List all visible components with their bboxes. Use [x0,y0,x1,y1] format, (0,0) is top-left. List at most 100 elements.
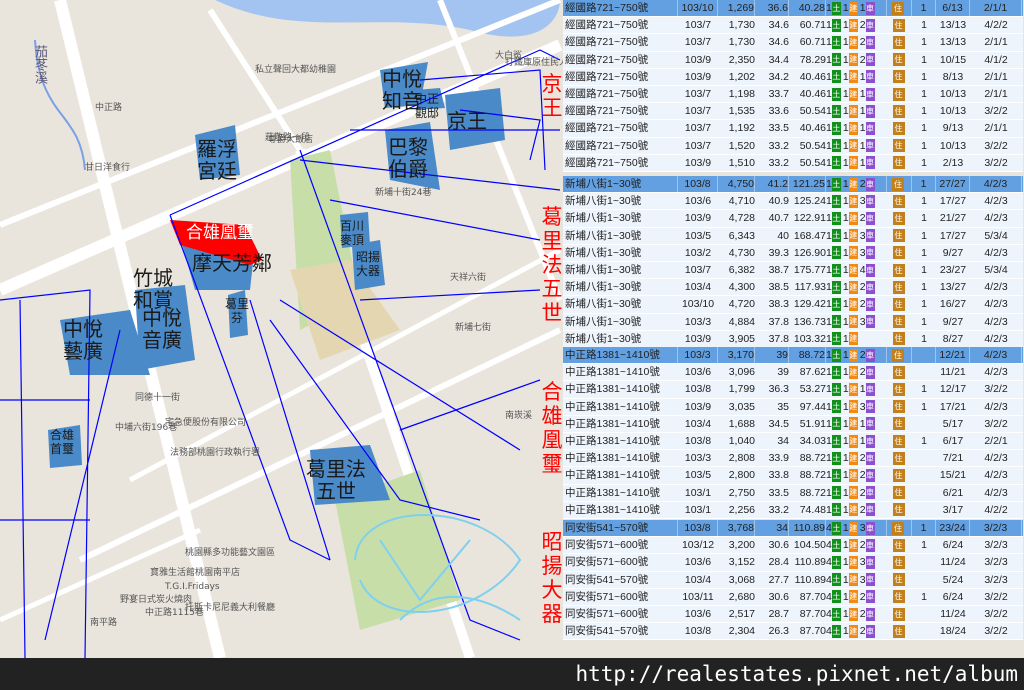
table-row[interactable]: 中正路1381~1410號 103/8 1,799 36.3 53.27 1土 1建 1車住 1… [563,381,1023,399]
address-cell: 新埔八街1~30號 [565,246,642,259]
floor-cell: 18/24 [939,625,967,638]
use-cell: 住 [887,364,912,380]
date-cell: 103/9 [684,53,712,66]
table-row[interactable]: 中正路1381~1410號 103/6 3,096 39 87.62 1土 1建 2車住 11/… [563,364,1023,382]
layout-cell: 4/2/3 [984,469,1008,482]
table-row[interactable]: 同安街571~600號 103/11 2,680 30.6 87.70 4土 1建 2車住 1 6… [563,588,1023,606]
residential-badge: 住 [892,177,904,191]
area-cell: 34.03 [799,434,826,447]
table-row[interactable]: 經國路721~750號 103/7 1,535 33.6 50.54 1土 1建 1車住 1 10… [563,103,1023,121]
address-cell: 經國路721~750號 [565,0,678,16]
use-cell: 住 [887,210,912,226]
table-row[interactable]: 經國路721~750號 103/9 2,350 34.4 78.29 1土 1建 2車住 1 10… [563,51,1023,69]
layout-cell: 3/2/2 [984,383,1008,396]
table-row[interactable]: 新埔八街1~30號 103/2 4,730 39.3 126.90 1土 1建 3車住 1 9/2… [563,244,1023,262]
date-cell: 103/3 [684,452,712,465]
parking-count-cell: 1 [912,0,936,16]
unit-price-cell: 36.6 [755,0,789,16]
table-row[interactable]: 經國路721~750號 103/9 1,510 33.2 50.54 1土 1建 1車住 1 2/… [563,154,1023,172]
land-badge: 土 [831,365,841,379]
table-row[interactable]: 同安街571~600號 103/12 3,200 30.6 104.50 4土 1建 2車住 1… [563,537,1023,555]
table-row[interactable]: 中正路1381~1410號 103/1 2,750 33.5 88.72 1土 1建 2車住 6… [563,484,1023,502]
residential-badge: 住 [892,451,905,465]
table-row[interactable]: 中正路1381~1410號 103/5 2,800 33.8 88.72 1土 1建 2車住 1… [563,467,1023,485]
table-row[interactable]: 新埔八街1~30號 103/6 4,710 40.9 125.24 1土 1建 3車住 1 17/… [563,193,1023,211]
table-row[interactable]: 同安街541~570號 103/4 3,068 27.7 110.89 4土 1建 3車住 5/… [563,571,1023,589]
parking-count-cell [912,467,936,483]
floor-cell: 6/13 [936,0,970,16]
floor-cell: 5/17 [942,417,964,430]
total-price-cell: 2,304 [728,625,755,638]
address-cell: 新埔八街1~30號 [565,229,642,242]
table-row[interactable]: 中正路1381~1410號 103/3 2,808 33.9 88.72 1土 1建 2車住 7… [563,450,1023,468]
table-row[interactable]: 經國路721~750號 103/7 1,730 34.6 60.71 1土 1建 2車住 1 13… [563,17,1023,35]
parcel-count-cell: 1土 1建 3車 [826,314,887,330]
build-badge: 建 [848,70,858,84]
use-cell: 住 [887,399,912,415]
table-row[interactable]: 新埔八街1~30號 103/3 4,884 37.8 136.73 1土 1建 3車住 1 9/2… [563,313,1023,331]
table-row[interactable]: 新埔八街1~30號 103/7 6,382 38.7 175.77 1土 1建 4車住 1 23/… [563,261,1023,280]
land-badge: 土 [831,590,841,604]
address-cell: 經國路721~750號 [565,53,649,66]
date-cell: 103/8 [684,625,712,638]
car-badge: 車 [865,177,875,191]
car-badge: 車 [865,194,875,208]
area-cell: 40.28 [790,0,826,16]
table-row[interactable]: 中正路1381~1410號 103/3 3,170 39 88.72 1土 1建 2車住 12/… [563,347,1023,365]
table-row[interactable]: 同安街541~570號 103/8 3,768 34 110.89 4土 1建 3車住 1 23/… [563,520,1023,538]
table-row[interactable]: 新埔八街1~30號 103/8 4,750 41.2 121.25 1土 1建 2車住 1 27/… [563,176,1023,194]
table-row[interactable]: 同安街571~600號 103/6 2,517 28.7 87.70 4土 1建 2車住 11/… [563,605,1023,624]
table-row[interactable]: 經國路721~750號 103/10 1,269 36.6 40.28 1土 1建 1車住 1 6… [563,0,1023,18]
block-label: 昭揚 大器 [356,250,381,278]
table-row[interactable]: 中正路1381~1410號 103/8 1,040 34 34.03 1土 1建 1車住 1 6/… [563,432,1023,451]
parcel-count-cell: 1土 1建 2車 [826,364,887,380]
area-cell: 87.70 [799,590,826,603]
table-row[interactable]: 新埔八街1~30號 103/10 4,720 38.3 129.42 1土 1建 2車住 1 16… [563,296,1023,314]
address-cell: 中正路1381~1410號 [565,383,660,396]
table-row[interactable]: 經國路721~750號 103/7 1,192 33.5 40.46 1土 1建 1車住 1 9/… [563,120,1023,138]
layout-cell: 3/2/3 [984,539,1008,552]
table-row[interactable]: 同安街541~570號 103/8 2,304 26.3 87.70 4土 1建 2車住 18/… [563,623,1023,641]
date-cell: 103/5 [684,229,712,242]
table-row[interactable]: 中正路1381~1410號 103/4 1,688 34.5 51.91 1土 1建 1車住 5… [563,415,1023,433]
unit-price-cell: 39 [777,366,789,379]
build-badge: 建 [848,486,858,500]
block-label: 中悅 音廣 [142,306,182,352]
build-badge: 建 [848,417,858,431]
table-row[interactable]: 新埔八街1~30號 103/9 4,728 40.7 122.91 1土 1建 2車住 1 21/… [563,210,1023,228]
place-label: 南崁溪 [505,411,533,421]
address-cell: 中正路1381~1410號 [565,366,660,379]
table-row[interactable]: 同安街571~600號 103/6 3,152 28.4 110.89 4土 1建 3車住 11… [563,554,1023,572]
table-row[interactable]: 經國路721~750號 103/7 1,730 34.6 60.71 1土 1建 2車住 1 13… [563,34,1023,52]
use-cell: 住 [887,554,912,570]
build-badge: 建 [848,607,858,621]
build-badge: 建 [848,469,858,483]
date-cell: 103/6 [684,556,712,569]
date-cell: 103/4 [684,573,712,586]
date-cell: 103/9 [684,332,712,345]
residential-badge: 住 [892,246,905,260]
table-row[interactable]: 經國路721~750號 103/9 1,202 34.2 40.46 1土 1建 1車住 1 8/… [563,68,1023,86]
car-badge: 車 [865,590,875,604]
table-row[interactable]: 中正路1381~1410號 103/1 2,256 33.2 74.48 1土 1建 2車住 3… [563,501,1023,519]
table-row[interactable]: 經國路721~750號 103/7 1,198 33.7 40.46 1土 1建 1車住 1 10… [563,85,1023,104]
address-cell: 新埔八街1~30號 [565,315,642,328]
layout-cell: 2/2/1 [984,434,1008,447]
table-row[interactable]: 新埔八街1~30號 103/9 3,905 37.8 103.32 1土 1建住 1 8/27 4… [563,330,1023,348]
build-badge: 建 [848,177,858,191]
parcel-count-cell: 1土 1建 2車 [826,296,887,312]
area-cell: 40.46 [799,87,826,100]
block-label: 羅浮 宮廷 [197,137,237,183]
parcel-count-cell: 1土 1建 2車 [826,485,887,501]
table-group: 經國路721~750號 103/10 1,269 36.6 40.28 1土 1建 1車住 1 6… [563,0,1023,172]
table-row[interactable]: 中正路1381~1410號 103/9 3,035 35 97.44 1土 1建 3車住 1 17… [563,398,1023,416]
land-badge: 土 [831,246,841,260]
residential-badge: 住 [892,503,905,517]
table-row[interactable]: 經國路721~750號 103/7 1,520 33.2 50.54 1土 1建 1車住 1 10… [563,137,1023,155]
unit-price-cell: 34.6 [768,19,789,32]
use-cell: 住 [887,537,912,553]
residential-badge: 住 [892,139,905,153]
table-row[interactable]: 新埔八街1~30號 103/4 4,300 38.5 117.93 1土 1建 2車住 1 13/… [563,279,1023,297]
unit-price-cell: 33.6 [768,105,789,118]
table-row[interactable]: 新埔八街1~30號 103/5 6,343 40 168.47 1土 1建 3車住 1 17/27… [563,227,1023,245]
